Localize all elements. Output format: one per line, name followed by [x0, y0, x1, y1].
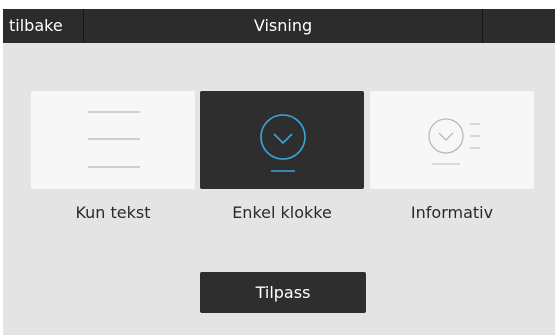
top-bar: tilbake Visning — [3, 9, 555, 43]
text-lines-icon — [88, 111, 140, 168]
option-label-text-only: Kun tekst — [75, 203, 151, 222]
option-tile-simple-clock[interactable] — [200, 91, 364, 189]
clock-icon — [260, 114, 306, 172]
customize-button[interactable]: Tilpass — [200, 272, 366, 313]
top-bar-right-slot — [482, 9, 555, 43]
back-button[interactable]: tilbake — [3, 9, 84, 43]
page-title: Visning — [253, 16, 313, 35]
option-label-simple-clock: Enkel klokke — [232, 203, 332, 222]
clock-with-info-icon — [428, 118, 480, 165]
option-label-informative: Informativ — [410, 203, 494, 222]
display-settings-screen: tilbake Visning Kun tekst Enkel klokke I… — [3, 9, 555, 335]
option-tile-informative[interactable] — [370, 91, 534, 189]
option-tile-text-only[interactable] — [31, 91, 195, 189]
